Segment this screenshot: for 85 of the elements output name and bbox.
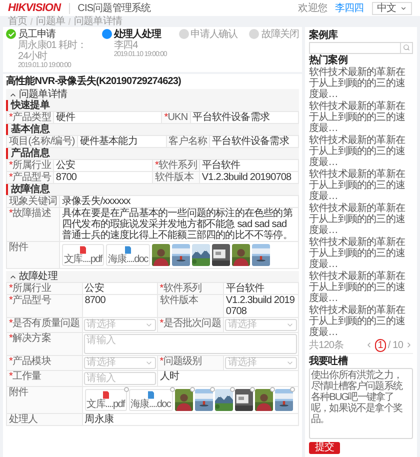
field-label: 现象关键词 xyxy=(7,196,60,207)
case-link[interactable]: 软件技术最新的革新在于从上到顾的的三的速度最… xyxy=(309,134,413,168)
case-link[interactable]: 软件技术最新的革新在于从上到顾的的三的速度最… xyxy=(309,236,413,270)
field-value: V1.2.3build 20190708 xyxy=(224,295,298,317)
step-detail: 李四4 xyxy=(114,40,139,51)
case-link[interactable]: 软件技术最新的革新在于从上到顾的的三的速度最… xyxy=(309,202,413,236)
field-label: 附件 xyxy=(7,387,82,413)
file-card[interactable]: 海康....doc xyxy=(128,389,173,411)
file-name: 海康....doc xyxy=(130,398,171,410)
field-value: 8700 xyxy=(54,172,152,183)
feedback-textarea[interactable]: 使出你所有洪荒之力，尽情吐槽客户问题系统各种BUG吧一键拿了呢，如果说不是拿个奖品。 xyxy=(309,368,413,439)
field-value: V1.2.3build 20190708 xyxy=(200,172,298,183)
file-card[interactable]: 海康....doc xyxy=(106,244,150,266)
field-value: 录像丢失/xxxxxx xyxy=(60,196,298,207)
step-label: 处理人处理 xyxy=(114,29,162,40)
file-name: 文库....pdf xyxy=(64,254,102,264)
solution-textarea[interactable]: 请输入 xyxy=(84,334,297,354)
field-label: *产品型号 xyxy=(7,295,82,317)
field-value: 平台软件 xyxy=(200,160,298,171)
field-value: 具体在要是在产品基本的一些问题的标注的在色些的第四代发布的瑕疵说发采并发地方都不能急 sad sad sad 普通士兵的速度比得上不能额三部四的的比不不等停。 xyxy=(60,208,298,241)
app-title: CIS问题管理系统 xyxy=(68,2,151,14)
welcome-text: 欢迎您 xyxy=(298,2,327,14)
group-title: 故障信息 xyxy=(6,184,299,195)
field-value: 周永康 xyxy=(82,414,298,425)
field-label: *产品型号 xyxy=(7,172,53,183)
sidebar-subtitle: 热门案例 xyxy=(309,54,348,66)
sidebar-title: 案例库 xyxy=(309,30,339,41)
field-label: *UKN xyxy=(162,112,190,123)
field-value: 硬件基本能力 xyxy=(78,136,166,147)
field-label: *产品模块 xyxy=(7,356,82,370)
group-title: 基本信息 xyxy=(6,124,299,135)
file-card[interactable]: 文库....pdf xyxy=(62,244,104,266)
file-name: 海康....doc xyxy=(108,254,148,264)
group-title: 产品信息 xyxy=(6,148,299,159)
section-heading: 故障处理 xyxy=(19,271,58,282)
field-label: *是否有质量问题 xyxy=(7,318,82,332)
group-title: 快速提单 xyxy=(6,100,299,111)
input-field[interactable]: 请输入 xyxy=(84,372,156,385)
user-menu[interactable]: 李四四 xyxy=(334,2,364,14)
case-link[interactable]: 软件技术最新的革新在于从上到顾的的三的速度最… xyxy=(309,168,413,202)
field-label: 处理人 xyxy=(7,414,82,425)
field-label: *故障描述 xyxy=(7,208,60,241)
case-link[interactable]: 软件技术最新的革新在于从上到顾的的三的速度最… xyxy=(309,66,413,100)
field-label: *解决方案 xyxy=(7,333,82,355)
case-link[interactable]: 软件技术最新的革新在于从上到顾的的三的速度最… xyxy=(309,270,413,304)
field-value: 平台软件设备需求 xyxy=(210,136,298,147)
file-name: 文库....pdf xyxy=(86,398,125,410)
step-detail: 周永康01 耗时：24小时 xyxy=(18,40,88,62)
field-label: 附件 xyxy=(7,242,60,268)
submit-button[interactable]: 提交 xyxy=(309,442,340,454)
issue-title: 高性能NVR-录像丢失(K20190729274623) xyxy=(6,76,182,87)
step-label: 故障关闭 xyxy=(261,29,299,40)
field-label: *所属行业 xyxy=(7,283,82,294)
step-label: 申请人确认 xyxy=(190,29,238,40)
field-label: *问题级别 xyxy=(158,356,223,370)
field-label: 客户名称 xyxy=(166,136,210,147)
case-link[interactable]: 软件技术最新的革新在于从上到顾的的三的速度最… xyxy=(309,304,413,338)
field-value: 平台软件设备需求 xyxy=(190,112,298,123)
field-label: *工作量 xyxy=(7,371,82,386)
step-label: 员工申请 xyxy=(18,29,57,40)
field-value: 平台软件 xyxy=(224,283,298,294)
field-label: *软件系列 xyxy=(153,160,199,171)
language-select[interactable]: 中文 xyxy=(372,2,412,14)
sidebar-subtitle: 我要吐槽 xyxy=(309,352,413,367)
field-label: *软件系列 xyxy=(158,283,223,294)
field-label: 软件版本 xyxy=(153,172,199,183)
total-count: 共120条 xyxy=(309,340,344,351)
field-label: 软件版本 xyxy=(158,295,223,317)
field-label: *产品类型 xyxy=(7,112,53,123)
page-number[interactable]: 1 xyxy=(374,338,386,352)
field-value: 硬件 xyxy=(54,112,162,123)
collapse-header[interactable]: 故障处理 xyxy=(6,271,299,282)
field-label: *所属行业 xyxy=(7,160,53,171)
page-total: / 10 xyxy=(388,340,403,351)
section-heading: 问题单详情 xyxy=(19,89,68,100)
field-value: 公安 xyxy=(54,160,152,171)
collapse-header[interactable]: 问题单详情 xyxy=(6,89,299,100)
field-value: 公安 xyxy=(82,283,157,294)
unit-label: 人时 xyxy=(158,371,298,386)
file-card[interactable]: 文库....pdf xyxy=(84,389,127,411)
field-label: 项目(名称/编号) xyxy=(7,136,77,147)
case-link[interactable]: 软件技术最新的革新在于从上到顾的的三的速度最… xyxy=(309,100,413,134)
logo: HIKVISION xyxy=(8,2,61,14)
field-value: 8700 xyxy=(82,295,157,317)
field-label: *是否批次问题 xyxy=(158,318,223,332)
